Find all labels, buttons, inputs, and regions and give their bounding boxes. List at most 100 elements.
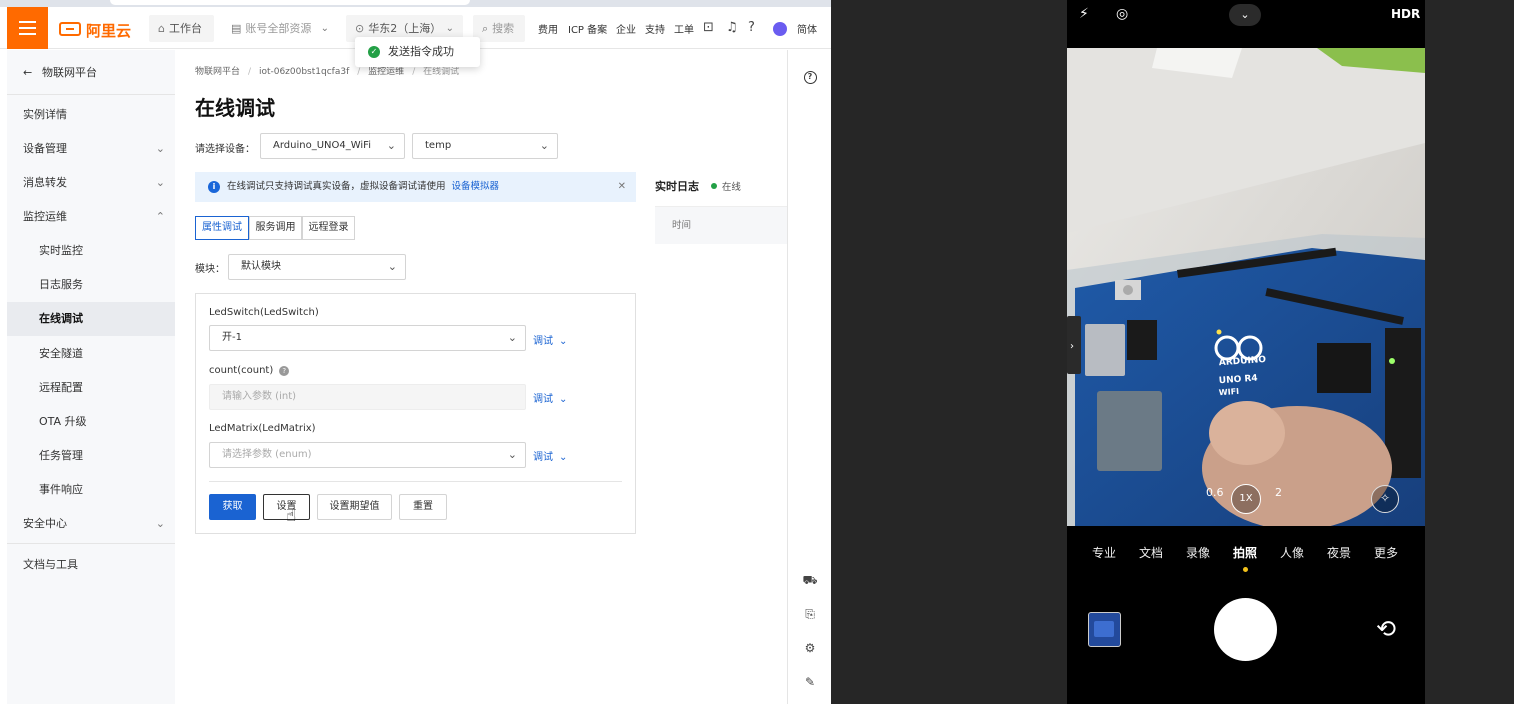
camera-viewfinder[interactable]: ARDUINO UNO R4 WIFI › (1067, 48, 1425, 526)
browser-tab-strip (0, 0, 831, 7)
mode-night[interactable]: 夜景 (1327, 544, 1351, 561)
sidebar-item-label: 任务管理 (39, 449, 83, 462)
gallery-thumbnail[interactable] (1088, 612, 1121, 647)
question-icon[interactable]: ? (279, 366, 290, 376)
sidebar-item-label: 在线调试 (39, 312, 83, 325)
browser-window: 阿里云 ⌂ 工作台 ▤ 账号全部资源 ⌄ ⊙ 华东2（上海） ⌄ ⌕ 搜索 费用 ICP 备… (0, 0, 831, 704)
ledmatrix-select[interactable]: 请选择参数 (enum) ⌄ (209, 442, 526, 468)
cart-icon[interactable]: ⛟ (788, 573, 831, 589)
page-title: 在线调试 (195, 96, 275, 120)
sidebar-item-event-response[interactable]: 事件响应 (7, 473, 175, 507)
sidebar-item-log-service[interactable]: 日志服务 (7, 268, 175, 302)
help-icon[interactable]: ? (748, 20, 755, 35)
chevron-down-icon: ⌄ (155, 176, 165, 189)
hdr-toggle[interactable]: HDR (1391, 7, 1420, 21)
sidebar-divider (7, 543, 175, 544)
sidebar-back[interactable]: ← 物联网平台 (7, 50, 175, 95)
sidebar-item-label: 文档与工具 (23, 558, 78, 571)
sidebar-item-device-management[interactable]: 设备管理 ⌄ (7, 132, 175, 166)
switch-camera-icon[interactable]: ⟲ (1371, 614, 1401, 644)
zoom-2x[interactable]: 2 (1275, 486, 1282, 499)
chevron-down-icon: ⌄ (507, 331, 517, 344)
breadcrumb-item[interactable]: iot-06z00bst1qcfa3f (259, 67, 349, 77)
debug-label: 调试 (533, 394, 553, 405)
sidebar-item-label: 远程配置 (39, 381, 83, 394)
product-select[interactable]: Arduino_UNO4_WiFi ⌄ (260, 133, 405, 159)
tab-service-call[interactable]: 服务调用 (249, 216, 302, 240)
sidebar-item-remote-config[interactable]: 远程配置 (7, 371, 175, 405)
count-debug-button[interactable]: 调试 ⌄ (533, 390, 567, 405)
nav-link-icp[interactable]: ICP 备案 (568, 21, 607, 36)
sidebar-item-label: 设备管理 (23, 142, 67, 155)
set-desired-value-button[interactable]: 设置期望值 (317, 494, 392, 520)
nav-link-billing[interactable]: 费用 (538, 21, 558, 36)
get-button[interactable]: 获取 (209, 494, 256, 520)
breadcrumb-item[interactable]: 物联网平台 (195, 67, 240, 77)
device-select[interactable]: temp ⌄ (412, 133, 558, 159)
terminal-icon[interactable]: ⊡ (703, 20, 714, 35)
browser-tab[interactable] (110, 0, 470, 5)
sidebar-item-security-center[interactable]: 安全中心 ⌄ (7, 507, 175, 541)
zoom-1x[interactable]: 1X (1231, 484, 1261, 514)
breadcrumb-item[interactable]: 监控运维 (368, 67, 404, 77)
menu-icon[interactable] (7, 7, 48, 49)
debug-label: 调试 (533, 336, 553, 347)
tab-remote-login[interactable]: 远程登录 (302, 216, 355, 240)
breadcrumb-current: 在线调试 (423, 67, 460, 77)
nav-link-enterprise[interactable]: 企业 (616, 21, 636, 36)
mode-photo[interactable]: 拍照 (1233, 544, 1257, 561)
sidebar-item-secure-tunnel[interactable]: 安全隧道 (7, 337, 175, 371)
gear-icon[interactable]: ⚙ (788, 641, 831, 655)
screen: { "topbar": { "logo": "阿里云", "workbench"… (0, 0, 1514, 704)
magic-icon[interactable]: ✧ (1371, 485, 1399, 513)
search-input[interactable]: ⌕ 搜索 (473, 15, 525, 42)
zoom-0-6[interactable]: 0.6 (1206, 486, 1224, 499)
sidebar-item-message-forwarding[interactable]: 消息转发 ⌄ (7, 166, 175, 200)
sidebar-item-realtime-monitor[interactable]: 实时监控 (7, 234, 175, 268)
sidebar-item-task-management[interactable]: 任务管理 (7, 439, 175, 473)
mode-more[interactable]: 更多 (1374, 544, 1398, 561)
prop-label-count: count(count)? (209, 365, 290, 376)
flash-off-icon[interactable]: ⚡ (1079, 6, 1089, 22)
workbench-button[interactable]: ⌂ 工作台 (149, 15, 214, 42)
edit-icon[interactable]: ✎ (788, 675, 831, 689)
ledswitch-select[interactable]: 开-1 ⌄ (209, 325, 526, 351)
toast-text: 发送指令成功 (388, 45, 454, 58)
reset-button[interactable]: 重置 (399, 494, 447, 520)
search-placeholder: 搜索 (492, 22, 515, 35)
sidebar-item-ota[interactable]: OTA 升级 (7, 405, 175, 439)
live-photo-icon[interactable]: ◎ (1116, 6, 1128, 22)
mode-document[interactable]: 文档 (1139, 544, 1163, 561)
nav-link-support[interactable]: 支持 (645, 21, 665, 36)
tab-property-debug[interactable]: 属性调试 (195, 216, 249, 240)
ledswitch-debug-button[interactable]: 调试 ⌄ (533, 332, 567, 347)
help-icon[interactable]: ? (788, 68, 831, 84)
device-select-value: temp (425, 140, 452, 151)
sidebar-item-monitoring[interactable]: 监控运维 ⌃ (7, 200, 175, 234)
language-switch[interactable]: 简体 (797, 21, 817, 36)
avatar[interactable] (773, 22, 787, 36)
mode-pro[interactable]: 专业 (1092, 544, 1116, 561)
document-icon[interactable]: ⎘ (788, 607, 831, 622)
mode-video[interactable]: 录像 (1186, 544, 1210, 561)
home-icon: ⌂ (158, 22, 165, 35)
shutter-button[interactable] (1214, 598, 1277, 661)
module-select[interactable]: 默认模块 ⌄ (228, 254, 406, 280)
nav-link-ticket[interactable]: 工单 (674, 21, 694, 36)
sidebar-item-instance[interactable]: 实例详情 (7, 98, 175, 132)
count-label-text: count(count) (209, 365, 274, 376)
info-icon: i (208, 181, 220, 193)
count-input[interactable]: 请输入参数 (int) (209, 384, 526, 410)
sidebar-item-label: 监控运维 (23, 210, 67, 223)
logo-text: 阿里云 (86, 22, 132, 40)
bell-icon[interactable]: ♫ (726, 20, 738, 35)
workbench-label: 工作台 (168, 22, 202, 35)
chevron-down-icon[interactable]: ⌄ (1229, 4, 1261, 26)
device-simulator-link[interactable]: 设备模拟器 (452, 181, 500, 192)
sidebar-item-online-debug[interactable]: 在线调试 (7, 302, 175, 336)
close-icon[interactable]: ✕ (618, 172, 626, 202)
ledmatrix-debug-button[interactable]: 调试 ⌄ (533, 448, 567, 463)
sidebar-item-docs-tools[interactable]: 文档与工具 (7, 548, 175, 582)
mode-portrait[interactable]: 人像 (1280, 544, 1304, 561)
account-resources-dropdown[interactable]: ▤ 账号全部资源 ⌄ (222, 15, 338, 42)
